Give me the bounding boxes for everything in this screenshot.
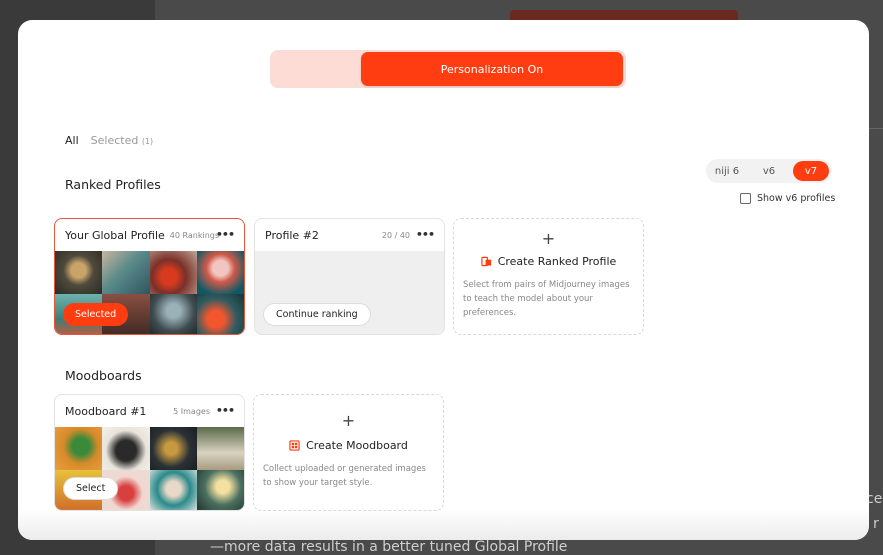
show-v6-option[interactable]: Show v6 profiles xyxy=(740,193,835,204)
create-moodboard-desc: Collect uploaded or generated images to … xyxy=(263,464,426,488)
background-text: —more data results in a better tuned Glo… xyxy=(210,539,568,555)
show-v6-label: Show v6 profiles xyxy=(757,193,836,204)
selected-button[interactable]: Selected xyxy=(63,303,129,326)
thumbnail xyxy=(149,427,197,470)
thumbnail xyxy=(196,251,244,294)
thumbnail xyxy=(102,427,150,470)
select-button[interactable]: Select xyxy=(63,477,119,500)
personalization-modal: Personalization On All Selected (1) Rank… xyxy=(18,20,869,540)
personalization-toggle[interactable]: Personalization On xyxy=(270,50,626,88)
card-header: Your Global Profile 40 Rankings ••• xyxy=(55,219,244,251)
tab-selected-label: Selected xyxy=(90,134,139,147)
create-moodboard-card[interactable]: + Create Moodboard Collect uploaded or g… xyxy=(253,394,444,511)
profile-2-card[interactable]: Profile #2 20 / 40 ••• Continue ranking xyxy=(254,218,445,335)
card-header: Profile #2 20 / 40 ••• xyxy=(255,219,444,251)
thumbnail xyxy=(55,427,103,470)
plus-icon: + xyxy=(541,229,556,248)
tab-selected[interactable]: Selected (1) xyxy=(91,134,154,147)
thumbnail xyxy=(196,293,244,334)
tab-selected-count: (1) xyxy=(141,137,154,146)
moodboard-1-card[interactable]: Moodboard #1 5 Images ••• Select xyxy=(54,394,245,511)
continue-ranking-button[interactable]: Continue ranking xyxy=(263,303,371,326)
create-moodboard-label: Create Moodboard xyxy=(306,439,408,452)
card-title: Profile #2 xyxy=(265,228,319,242)
ranking-progress: 20 / 40 xyxy=(381,230,410,240)
create-ranked-profile-desc: Select from pairs of Midjourney images t… xyxy=(463,280,630,318)
more-options-icon[interactable]: ••• xyxy=(216,228,235,241)
version-switch: niji 6 v6 v7 xyxy=(706,159,832,183)
thumbnail xyxy=(55,251,103,294)
global-profile-card[interactable]: Your Global Profile 40 Rankings ••• Sele… xyxy=(54,218,245,335)
more-options-icon[interactable]: ••• xyxy=(216,404,235,417)
create-ranked-profile-title: Create Ranked Profile xyxy=(454,255,643,268)
moodboard-icon xyxy=(289,440,300,451)
thumbnail xyxy=(196,469,244,510)
thumbnail xyxy=(102,251,150,294)
ranked-profile-icon xyxy=(481,256,491,267)
version-niji6[interactable]: niji 6 xyxy=(709,161,745,181)
moodboards-title: Moodboards xyxy=(65,368,142,383)
thumbnail xyxy=(149,251,197,294)
create-moodboard-title: Create Moodboard xyxy=(254,439,443,452)
create-ranked-profile-label: Create Ranked Profile xyxy=(497,255,617,268)
card-header: Moodboard #1 5 Images ••• xyxy=(55,395,244,427)
rankings-count: 40 Rankings xyxy=(169,230,220,240)
card-title: Moodboard #1 xyxy=(65,404,147,418)
thumbnail xyxy=(196,427,244,470)
more-options-icon[interactable]: ••• xyxy=(416,228,435,241)
show-v6-checkbox[interactable] xyxy=(740,193,751,204)
filter-tabs: All Selected (1) xyxy=(65,134,153,147)
tab-all[interactable]: All xyxy=(65,134,79,147)
create-ranked-profile-card[interactable]: + Create Ranked Profile Select from pair… xyxy=(453,218,644,335)
thumbnail xyxy=(149,293,197,334)
thumbnail xyxy=(149,469,197,510)
version-v7[interactable]: v7 xyxy=(793,161,829,181)
background-text-right: r xyxy=(873,516,879,532)
card-title: Your Global Profile xyxy=(65,228,165,242)
modal-bottom-fade xyxy=(18,508,869,540)
personalization-on-button[interactable]: Personalization On xyxy=(361,52,623,86)
ranked-profiles-title: Ranked Profiles xyxy=(65,177,161,192)
version-v6[interactable]: v6 xyxy=(751,161,787,181)
images-count: 5 Images xyxy=(173,406,210,416)
plus-icon: + xyxy=(341,411,356,430)
